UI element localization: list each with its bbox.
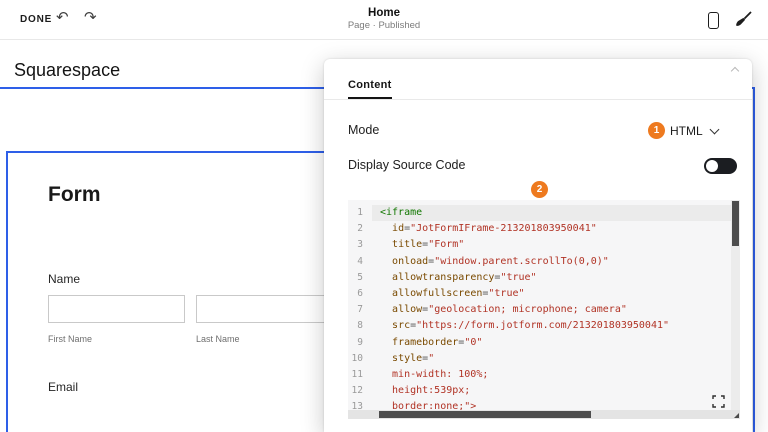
site-styles-brush-icon[interactable] (735, 11, 752, 28)
code-line[interactable]: id="JotFormIFrame-213201803950041" (372, 221, 731, 237)
mode-value: HTML (670, 124, 703, 138)
step-badge-2: 2 (531, 181, 548, 198)
code-line[interactable]: onload="window.parent.scrollTo(0,0)" (372, 254, 731, 270)
code-token-str: "true" (500, 272, 536, 283)
chevron-down-icon (710, 125, 720, 135)
line-number: 11 (348, 367, 372, 383)
code-token-str: height:539px; (380, 385, 470, 396)
top-bar: DONE ↶ ↷ Home Page · Published (0, 0, 768, 40)
code-line[interactable]: allowtransparency="true" (372, 270, 731, 286)
first-name-caption: First Name (48, 334, 92, 344)
redo-icon[interactable]: ↷ (84, 8, 97, 28)
code-token-attr: onload (392, 256, 428, 267)
line-number: 3 (348, 237, 372, 253)
code-line[interactable]: allow="geolocation; microphone; camera" (372, 302, 731, 318)
code-line[interactable]: <iframe (372, 205, 731, 221)
undo-icon[interactable]: ↶ (56, 8, 69, 28)
code-token-plain (380, 239, 392, 250)
code-token-tag: <iframe (380, 207, 422, 218)
site-title: Squarespace (14, 60, 120, 81)
code-token-attr: id (392, 223, 404, 234)
code-token-plain (380, 272, 392, 283)
code-token-str: "Form" (428, 239, 464, 250)
code-line[interactable]: height:539px; (372, 383, 731, 399)
email-label: Email (48, 380, 78, 394)
last-name-caption: Last Name (196, 334, 240, 344)
fullscreen-expand-icon[interactable] (712, 393, 725, 406)
mode-label: Mode (348, 123, 379, 137)
line-number: 8 (348, 318, 372, 334)
code-token-plain (380, 256, 392, 267)
display-source-toggle[interactable] (704, 158, 737, 174)
first-name-input[interactable] (48, 295, 185, 323)
page-header: Home Page · Published (0, 0, 768, 31)
toggle-knob (706, 160, 718, 172)
line-number: 1 (348, 205, 372, 221)
code-token-str: "geolocation; microphone; camera" (428, 304, 627, 315)
mode-dropdown[interactable]: HTML (670, 122, 728, 140)
code-line[interactable]: frameborder="0" (372, 335, 731, 351)
line-number: 9 (348, 335, 372, 351)
code-token-attr: src (392, 320, 410, 331)
vertical-scrollbar-handle[interactable] (732, 201, 739, 246)
code-token-attr: style (392, 353, 422, 364)
section-border-right (753, 87, 755, 432)
line-number: 10 (348, 351, 372, 367)
display-source-label: Display Source Code (348, 158, 465, 172)
content-panel: Content Mode 1 HTML Display Source Code … (324, 59, 752, 432)
code-line[interactable]: allowfullscreen="true" (372, 286, 731, 302)
code-token-str: " (428, 353, 434, 364)
code-token-attr: allowfullscreen (392, 288, 482, 299)
name-label: Name (48, 272, 80, 286)
last-name-input[interactable] (196, 295, 333, 323)
line-number: 5 (348, 270, 372, 286)
form-heading: Form (48, 183, 101, 207)
code-token-plain (380, 288, 392, 299)
line-number: 12 (348, 383, 372, 399)
code-token-attr: title (392, 239, 422, 250)
brush-icon (735, 11, 752, 28)
code-token-str: min-width: 100%; (380, 369, 488, 380)
vertical-scrollbar[interactable] (731, 200, 740, 410)
code-token-attr: allow (392, 304, 422, 315)
horizontal-scrollbar[interactable] (348, 410, 731, 419)
code-token-str: "true" (488, 288, 524, 299)
line-number: 2 (348, 221, 372, 237)
code-gutter: 12345678910111213 (348, 200, 372, 415)
code-token-attr: frameborder (392, 337, 458, 348)
code-line[interactable]: min-width: 100%; (372, 367, 731, 383)
code-token-plain (380, 304, 392, 315)
code-lines: <iframe id="JotFormIFrame-21320180395004… (372, 200, 731, 415)
scrollbar-corner (731, 410, 740, 419)
page-status: Page · Published (0, 20, 768, 31)
code-token-str: "0" (464, 337, 482, 348)
code-token-attr: allowtransparency (392, 272, 494, 283)
code-editor[interactable]: 12345678910111213 <iframe id="JotFormIFr… (348, 200, 740, 419)
code-token-plain (380, 337, 392, 348)
line-number: 4 (348, 254, 372, 270)
page-title: Home (0, 7, 768, 19)
step-badge-1: 1 (648, 122, 665, 139)
panel-collapse-icon[interactable] (730, 65, 740, 75)
panel-divider (324, 99, 752, 100)
done-button[interactable]: DONE (20, 14, 52, 25)
squarespace-editor: DONE ↶ ↷ Home Page · Published Squarespa… (0, 0, 768, 432)
code-token-str: "https://form.jotform.com/21320180395004… (416, 320, 669, 331)
code-token-plain (380, 320, 392, 331)
line-number: 6 (348, 286, 372, 302)
code-line[interactable]: title="Form" (372, 237, 731, 253)
code-token-plain (380, 223, 392, 234)
code-token-str: "window.parent.scrollTo(0,0)" (434, 256, 609, 267)
tab-content[interactable]: Content (348, 79, 392, 99)
horizontal-scrollbar-handle[interactable] (379, 411, 591, 418)
mobile-preview-icon[interactable] (708, 12, 719, 29)
code-line[interactable]: src="https://form.jotform.com/2132018039… (372, 318, 731, 334)
code-line[interactable]: style=" (372, 351, 731, 367)
line-number: 7 (348, 302, 372, 318)
code-token-plain (380, 353, 392, 364)
code-token-str: "JotFormIFrame-213201803950041" (410, 223, 597, 234)
